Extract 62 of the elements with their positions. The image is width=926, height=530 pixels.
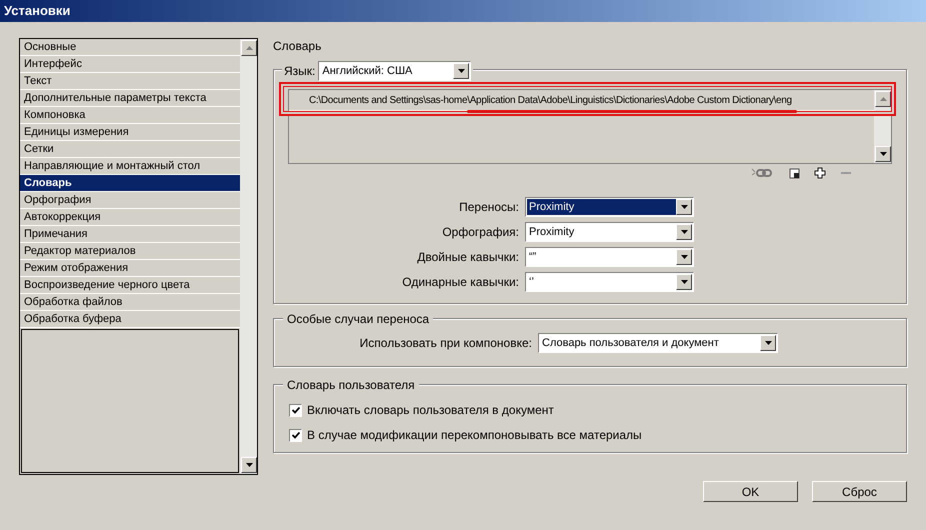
page-icon[interactable] [788,167,800,179]
down-arrow-icon [880,152,886,156]
checkbox[interactable] [289,404,302,416]
sidebar-item[interactable]: Режим отображения [20,260,240,277]
sidebar-item[interactable]: Дополнительные параметры текста [20,90,240,107]
sidebar-item[interactable]: Автокоррекция [20,209,240,226]
window-title: Установки [4,2,70,20]
dropdown-arrow-button[interactable] [676,199,692,215]
dropdown-arrow-button[interactable] [676,224,692,240]
down-arrow-icon [458,69,465,73]
dropdown-arrow-button[interactable] [760,334,776,350]
dropdown[interactable]: Proximity [525,222,694,242]
dropdown-arrow-button[interactable] [676,249,692,265]
dropdown[interactable]: “” [525,247,694,267]
sidebar-item[interactable]: Примечания [20,226,240,243]
check-icon [292,432,300,438]
field-label: Использовать при компоновке: [360,334,532,352]
sidebar-item[interactable]: Текст [20,73,240,90]
check-icon [292,406,300,414]
checkbox-label: Включать словарь пользователя в документ [307,402,554,419]
field-label: Одинарные кавычки: [402,274,519,291]
sidebar-item[interactable]: Единицы измерения [20,124,240,141]
sidebar-item[interactable]: Обработка буфера [20,311,240,328]
checkbox[interactable] [289,428,302,442]
dropdown-arrow-button[interactable] [453,63,470,79]
down-arrow-icon [680,230,688,234]
field-label: Орфография: [442,224,519,241]
up-arrow-icon [880,97,886,101]
down-arrow-icon [680,255,688,259]
sidebar-item[interactable]: Интерфейс [20,56,240,73]
dropdown[interactable]: ‘’ [525,272,694,292]
dropdown[interactable]: Словарь пользователя и документ [538,332,778,352]
scroll-up-button[interactable] [241,40,257,56]
dialog-button[interactable]: OK [703,481,798,502]
sidebar-item[interactable]: Словарь [20,175,240,192]
sidebar-item[interactable]: Компоновка [20,107,240,124]
dropdown-arrow-button[interactable] [875,146,891,162]
dialog-button[interactable]: Сброс [812,481,907,502]
sidebar-item[interactable]: Основные [20,39,240,56]
plus-icon[interactable] [814,167,826,179]
dropdown-arrow-button[interactable] [676,274,692,290]
scroll-up-button[interactable] [875,91,891,107]
sidebar-item[interactable]: Сетки [20,141,240,158]
section-title: Словарь [273,38,322,55]
dropdown-arrow-button[interactable] [241,457,257,473]
sidebar-item[interactable]: Воспроизведение черного цвета [20,277,240,294]
sidebar-item[interactable]: Орфография [20,192,240,209]
up-arrow-icon [246,46,252,50]
sidebar-item[interactable]: Редактор материалов [20,243,240,260]
checkbox-label: В случае модификации перекомпоновывать все материалы [307,427,642,444]
field-label: Двойные кавычки: [417,249,519,266]
sidebar-item[interactable]: Обработка файлов [20,294,240,311]
dropdown[interactable]: Proximity [525,197,694,217]
down-arrow-icon [246,463,252,467]
dictionary-path[interactable]: C:\Documents and Settings\sas-home\Application Data\Adobe\Linguistics\Dictionaries\Adobe Custom Dictionary\eng [309,92,792,108]
link-icon[interactable] [750,167,774,179]
down-arrow-icon [764,340,772,344]
dropdown[interactable]: Английский: США [318,61,472,81]
field-label: Переносы: [459,199,519,216]
down-arrow-icon [680,280,688,284]
language-label: Язык: [284,63,316,80]
down-arrow-icon [680,205,688,209]
